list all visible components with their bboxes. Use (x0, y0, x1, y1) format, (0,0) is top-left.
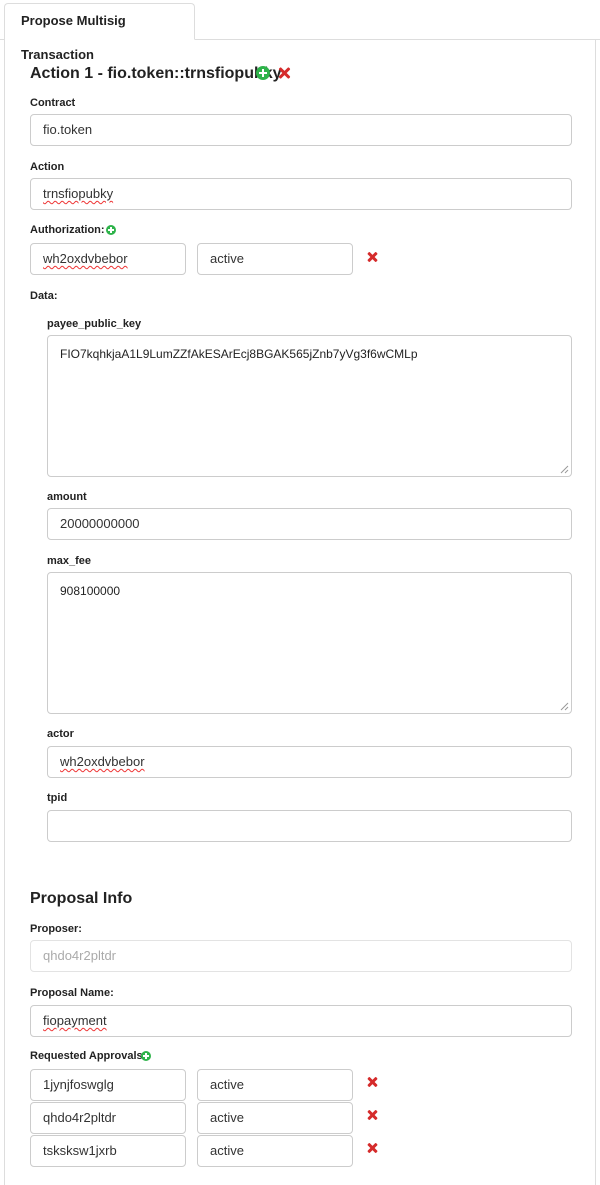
max-fee-textarea[interactable]: 908100000 (47, 572, 572, 714)
max-fee-label: max_fee (47, 555, 92, 567)
actor-input[interactable]: wh2oxdvbebor (47, 746, 572, 778)
authorization-permission-value: active (210, 251, 244, 266)
remove-approval-icon[interactable] (367, 1143, 377, 1153)
remove-approval-icon[interactable] (367, 1110, 377, 1120)
authorization-label: Authorization: (30, 224, 105, 236)
amount-input[interactable]: 20000000000 (47, 508, 572, 540)
proposal-name-value: fiopayment (43, 1013, 107, 1028)
action-title: Action 1 - fio.token::trnsfiopubky (30, 65, 282, 82)
amount-label: amount (47, 491, 87, 503)
proposal-name-input[interactable]: fiopayment (30, 1005, 572, 1037)
resize-handle-icon[interactable] (560, 465, 569, 474)
action-value: trnsfiopubky (43, 186, 114, 201)
approval-permission-input[interactable]: active (197, 1069, 353, 1101)
contract-value: fio.token (43, 122, 93, 137)
proposer-placeholder: qhdo4r2pltdr (43, 948, 116, 963)
payee-public-key-value: FIO7kqhkjaA1L9LumZZfAkESArEcj8BGAK565jZn… (60, 347, 418, 361)
amount-value: 20000000000 (60, 516, 140, 531)
approval-actor-value: qhdo4r2pltdr (43, 1110, 116, 1125)
action-input[interactable]: trnsfiopubky (30, 178, 572, 210)
proposer-input: qhdo4r2pltdr (30, 940, 572, 972)
contract-input[interactable]: fio.token (30, 114, 572, 146)
proposal-name-label: Proposal Name: (30, 987, 114, 999)
tab-propose-multisig[interactable]: Propose Multisig Transaction (4, 3, 195, 62)
authorization-permission-input[interactable]: active (197, 243, 353, 275)
actor-value: wh2oxdvbebor (60, 754, 145, 769)
approval-permission-value: active (210, 1143, 244, 1158)
approval-permission-input[interactable]: active (197, 1102, 353, 1134)
payee-public-key-textarea[interactable]: FIO7kqhkjaA1L9LumZZfAkESArEcj8BGAK565jZn… (47, 335, 572, 477)
max-fee-value: 908100000 (60, 584, 121, 598)
approval-actor-value: tsksksw1jxrb (43, 1143, 117, 1158)
proposal-info-title: Proposal Info (30, 890, 133, 907)
actor-label: actor (47, 728, 74, 740)
approval-permission-value: active (210, 1110, 244, 1125)
approval-permission-value: active (210, 1077, 244, 1092)
remove-approval-icon[interactable] (367, 1077, 377, 1087)
contract-label: Contract (30, 97, 76, 109)
authorization-actor-input[interactable]: wh2oxdvbebor (30, 243, 186, 275)
tab-bar: Propose Multisig Transaction (0, 0, 600, 62)
resize-handle-icon[interactable] (560, 702, 569, 711)
approval-actor-input[interactable]: qhdo4r2pltdr (30, 1102, 186, 1134)
requested-approvals-label: Requested Approvals: (30, 1050, 147, 1062)
payee-public-key-label: payee_public_key (47, 318, 142, 330)
action-label: Action (30, 161, 65, 173)
tpid-label: tpid (47, 792, 68, 804)
proposer-label: Proposer: (30, 923, 82, 935)
add-authorization-icon[interactable] (106, 225, 116, 235)
approval-actor-input[interactable]: 1jynjfoswglg (30, 1069, 186, 1101)
add-approval-icon[interactable] (141, 1051, 151, 1061)
authorization-actor-value: wh2oxdvbebor (43, 251, 128, 266)
data-label: Data: (30, 290, 58, 302)
approval-actor-input[interactable]: tsksksw1jxrb (30, 1135, 186, 1167)
add-action-icon[interactable] (256, 66, 270, 80)
remove-authorization-icon[interactable] (367, 252, 377, 262)
approval-permission-input[interactable]: active (197, 1135, 353, 1167)
remove-action-icon[interactable] (278, 67, 290, 79)
approval-actor-value: 1jynjfoswglg (43, 1077, 114, 1092)
tpid-input[interactable] (47, 810, 572, 842)
